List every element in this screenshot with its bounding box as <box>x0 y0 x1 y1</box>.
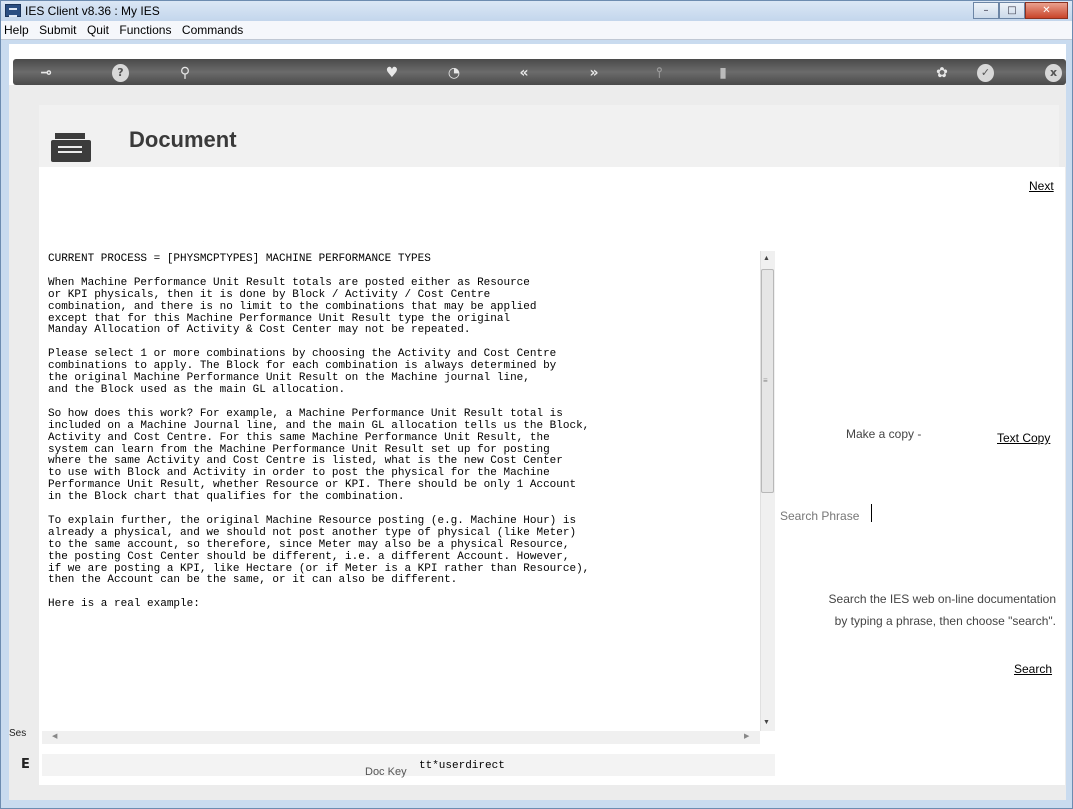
copy-label: Make a copy - <box>846 427 922 441</box>
app-logo-icon <box>5 4 21 17</box>
session-label: Ses <box>9 728 27 739</box>
ok-icon[interactable]: ✓ <box>977 64 994 82</box>
scroll-left-icon[interactable]: ◀ <box>52 732 57 740</box>
horizontal-scrollbar[interactable] <box>42 731 760 744</box>
minimize-button[interactable]: – <box>973 2 999 19</box>
menu-bar: Help Submit Quit Functions Commands <box>1 21 1072 40</box>
search-phrase-label: Search Phrase <box>780 509 860 523</box>
window-title: IES Client v8.36 : My IES <box>25 4 160 18</box>
search-help-line-2: by typing a phrase, then choose "search"… <box>834 614 1056 628</box>
close-button[interactable]: ✕ <box>1025 2 1068 19</box>
search-icon[interactable]: ⚲ <box>173 64 197 82</box>
close-icon: ✕ <box>1042 5 1051 16</box>
text-copy-link[interactable]: Text Copy <box>997 431 1050 445</box>
menu-functions[interactable]: Functions <box>116 21 174 37</box>
next-link[interactable]: Next <box>1029 179 1054 193</box>
document-icon <box>51 133 91 162</box>
menu-commands[interactable]: Commands <box>179 21 246 37</box>
menu-help[interactable]: Help <box>1 21 32 37</box>
pin-icon[interactable]: ⫯ <box>648 64 670 82</box>
forward-icon[interactable]: » <box>582 64 606 82</box>
document-text-pane[interactable]: CURRENT PROCESS = [PHYSMCPTYPES] MACHINE… <box>42 250 775 741</box>
settings-icon[interactable]: ✿ <box>931 64 953 82</box>
scroll-grip-icon: ≡ <box>763 376 768 385</box>
exit-icon[interactable]: x <box>1045 64 1062 82</box>
title-bar: IES Client v8.36 : My IES – □ ✕ <box>1 1 1072 21</box>
search-link[interactable]: Search <box>1014 662 1052 676</box>
key-icon[interactable]: ⊸ <box>31 64 61 82</box>
scroll-right-icon[interactable]: ▶ <box>744 732 749 740</box>
clock-icon[interactable]: ◔ <box>443 64 465 82</box>
doc-key-value: tt*userdirect <box>419 760 505 772</box>
back-icon[interactable]: « <box>512 64 536 82</box>
heart-icon[interactable]: ♥ <box>381 64 403 82</box>
menu-quit[interactable]: Quit <box>84 21 112 37</box>
stop-icon[interactable]: ▮ <box>713 64 733 82</box>
scroll-down-icon[interactable]: ▼ <box>763 719 770 726</box>
scroll-up-icon[interactable]: ▲ <box>763 255 770 262</box>
doc-key-bar <box>42 754 775 776</box>
maximize-icon: □ <box>1007 5 1017 16</box>
app-window: IES Client v8.36 : My IES – □ ✕ Help Sub… <box>0 0 1073 809</box>
maximize-button[interactable]: □ <box>999 2 1025 19</box>
toolbar-strip <box>13 59 1066 85</box>
search-phrase-input[interactable] <box>871 504 1061 522</box>
page-title: Document <box>129 127 237 152</box>
menu-submit[interactable]: Submit <box>36 21 79 37</box>
search-help-line-1: Search the IES web on-line documentation <box>828 592 1056 606</box>
document-text: CURRENT PROCESS = [PHYSMCPTYPES] MACHINE… <box>48 253 590 611</box>
minimize-icon: – <box>983 5 989 16</box>
help-icon[interactable]: ? <box>112 64 129 82</box>
side-stub-text: E <box>21 757 30 772</box>
doc-key-label: Doc Key <box>365 766 407 778</box>
